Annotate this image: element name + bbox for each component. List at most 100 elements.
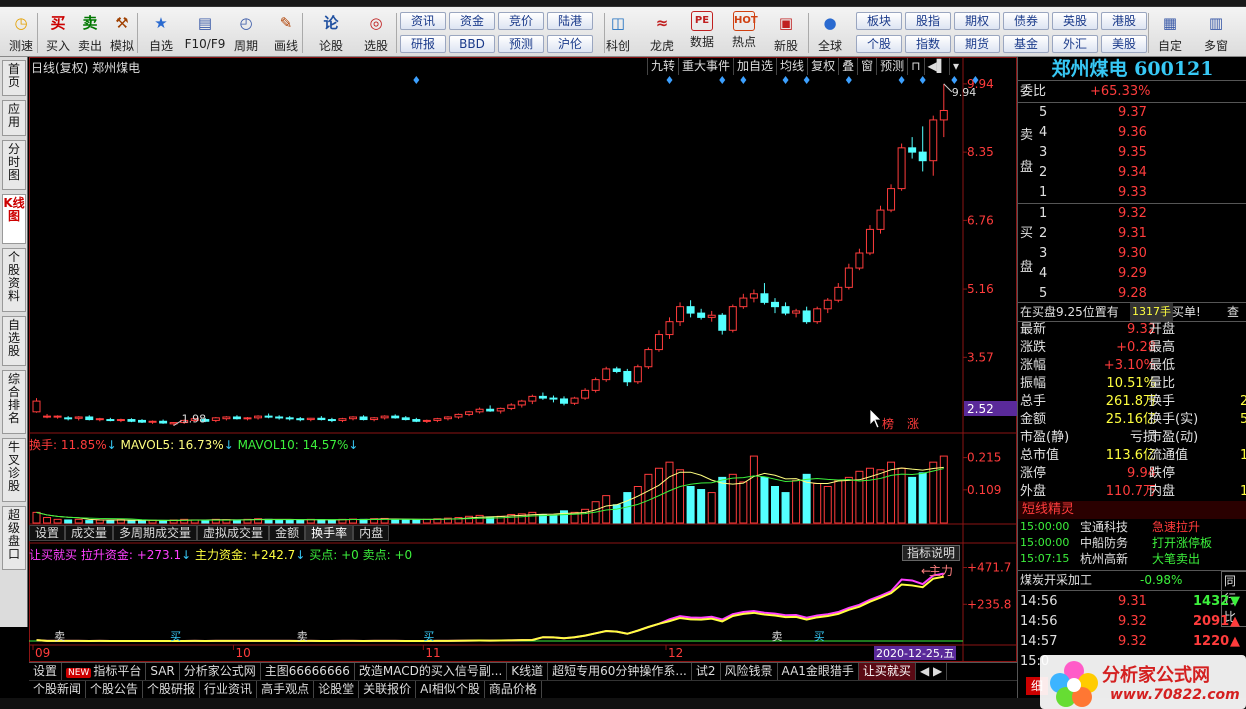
toolbar-grid-button[interactable]: 竞价 bbox=[498, 12, 544, 30]
toolbar-button-globe[interactable]: ● 全球 bbox=[812, 11, 848, 55]
lock-icon[interactable]: ⊓ bbox=[907, 58, 924, 75]
formula-tab-10[interactable]: AA1金眼猎手 bbox=[778, 663, 859, 680]
info-tab-3[interactable]: 行业资讯 bbox=[200, 681, 258, 698]
left-tab-4[interactable]: 个股资料 bbox=[2, 248, 26, 312]
formula-tab-3[interactable]: 分析家公式网 bbox=[180, 663, 261, 680]
indicator-tab-3[interactable]: 虚拟成交量 bbox=[197, 525, 270, 541]
chart-top-button-2[interactable]: 加自选 bbox=[733, 58, 777, 75]
candle-down bbox=[718, 314, 727, 331]
toolbar-button-star[interactable]: ★ 自选 bbox=[143, 11, 179, 55]
toolbar-button-multi-window[interactable]: ▥ 多窗 bbox=[1198, 11, 1234, 55]
toolbar-grid-button[interactable]: 研报 bbox=[400, 35, 446, 53]
chart-top-button-4[interactable]: 复权 bbox=[807, 58, 839, 75]
left-tab-0[interactable]: 首页 bbox=[2, 60, 26, 96]
toolbar-button-select-stock[interactable]: ◎ 选股 bbox=[358, 11, 394, 55]
formula-tab-4[interactable]: 主图66666666 bbox=[261, 663, 355, 680]
left-tab-3[interactable]: K线图 bbox=[2, 194, 26, 244]
toolbar-grid-button[interactable]: 股指 bbox=[905, 12, 951, 30]
formula-tab-8[interactable]: 试2 bbox=[692, 663, 721, 680]
tab-scroll-arrows[interactable]: ◀ ▶ bbox=[916, 663, 948, 680]
big-order-row[interactable]: 在买盘9.25位置有 1317手 买单! 查 bbox=[1018, 303, 1246, 321]
sell-row: 5 9.37 bbox=[1018, 104, 1246, 122]
toolbar-grid-button[interactable]: 个股 bbox=[856, 35, 902, 53]
toolbar-separator bbox=[1148, 13, 1149, 53]
turnover-bar bbox=[792, 479, 801, 524]
toolbar-grid-button[interactable]: 基金 bbox=[1003, 35, 1049, 53]
left-tab-8[interactable]: 超级盘口 bbox=[2, 506, 26, 570]
info-tab-5[interactable]: 论股堂 bbox=[314, 681, 360, 698]
toolbar-grid-button[interactable]: 英股 bbox=[1052, 12, 1098, 30]
toolbar-button-custom[interactable]: ▦ 自定 bbox=[1152, 11, 1188, 55]
toolbar-grid-button[interactable]: 板块 bbox=[856, 12, 902, 30]
candle-up bbox=[306, 417, 315, 421]
toolbar-button-hot[interactable]: HOT 热点 bbox=[726, 11, 762, 55]
indicator-tab-4[interactable]: 金额 bbox=[269, 525, 306, 541]
indicator-tab-1[interactable]: 成交量 bbox=[65, 525, 114, 541]
chart-top-button-5[interactable]: 叠 bbox=[838, 58, 858, 75]
toolbar-button-discuss[interactable]: 论论股 bbox=[313, 11, 349, 55]
info-tab-6[interactable]: 关联报价 bbox=[359, 681, 417, 698]
formula-tab-0[interactable]: 设置 bbox=[29, 663, 63, 680]
info-tab-1[interactable]: 个股公告 bbox=[86, 681, 144, 698]
arrow-down-icon: ▼ bbox=[1230, 594, 1240, 609]
chart-top-button-7[interactable]: 预测 bbox=[876, 58, 908, 75]
toolbar-grid-button[interactable]: 资讯 bbox=[400, 12, 446, 30]
formula-tab-2[interactable]: SAR bbox=[146, 663, 180, 680]
info-tab-2[interactable]: 个股研报 bbox=[143, 681, 201, 698]
indicator-tab-6[interactable]: 内盘 bbox=[353, 525, 390, 541]
formula-tab-9[interactable]: 风险钱景 bbox=[721, 663, 778, 680]
toolbar-grid-button[interactable]: 港股 bbox=[1101, 12, 1147, 30]
left-tab-7[interactable]: 牛叉诊股 bbox=[2, 438, 26, 502]
indicator-tab-2[interactable]: 多周期成交量 bbox=[113, 525, 198, 541]
indicator-tab-5[interactable]: 换手率 bbox=[305, 525, 354, 541]
kline-chart-area[interactable]: 9.94 8.35 6.76 5.16 3.57 9.94 1.98 2.52 榜涨 0.215 0… bbox=[29, 57, 1017, 662]
toolbar-button-pen[interactable]: ✎ 画线 bbox=[268, 11, 304, 55]
toolbar-grid-button[interactable]: 沪伦 bbox=[547, 35, 593, 53]
toolbar-grid-button[interactable]: 期权 bbox=[954, 12, 1000, 30]
toolbar-grid-button[interactable]: BBD bbox=[449, 35, 495, 53]
info-tab-0[interactable]: 个股新闻 bbox=[29, 681, 87, 698]
formula-tab-6[interactable]: K线道 bbox=[507, 663, 549, 680]
tick-row: 14:56 9.32 2091 ▲ bbox=[1018, 613, 1246, 631]
toolbar-button-new-stock[interactable]: ▣ 新股 bbox=[768, 11, 804, 55]
speaker-icon[interactable]: ◀▌ bbox=[923, 58, 949, 75]
chart-top-button-1[interactable]: 重大事件 bbox=[678, 58, 734, 75]
toolbar-button-pe-data[interactable]: PE 数据 bbox=[684, 11, 720, 55]
chart-top-button-3[interactable]: 均线 bbox=[776, 58, 808, 75]
left-tab-6[interactable]: 综合排名 bbox=[2, 370, 26, 434]
chart-top-button-0[interactable]: 九转 bbox=[647, 58, 679, 75]
chart-top-button-6[interactable]: 窗 bbox=[857, 58, 877, 75]
indicator-help-button[interactable]: 指标说明 bbox=[902, 545, 961, 561]
toolbar-button-kechuang[interactable]: ◫ 科创 bbox=[600, 11, 636, 55]
toolbar-button-hammer[interactable]: ⚒ 模拟 bbox=[104, 11, 140, 55]
formula-tab-1[interactable]: NEW 指标平台 bbox=[62, 663, 147, 680]
formula-tab-7[interactable]: 超短专用60分钟操作系... bbox=[548, 663, 692, 680]
toolbar-button-f10[interactable]: ▤ F10/F9 bbox=[183, 11, 227, 55]
toolbar-grid-button[interactable]: 期货 bbox=[954, 35, 1000, 53]
indicator-tab-0[interactable]: 设置 bbox=[29, 525, 66, 541]
toolbar-grid-button[interactable]: 资金 bbox=[449, 12, 495, 30]
info-tab-4[interactable]: 高手观点 bbox=[257, 681, 315, 698]
info-tab-7[interactable]: AI相似个股 bbox=[416, 681, 485, 698]
toolbar-grid-button[interactable]: 债券 bbox=[1003, 12, 1049, 30]
chart-canvas[interactable]: 9.948.356.765.163.579.941.982.52榜 涨0.2150… bbox=[29, 57, 1017, 662]
formula-tab-5[interactable]: 改造MACD的买入信号副... bbox=[355, 663, 508, 680]
left-tab-2[interactable]: 分时图 bbox=[2, 140, 26, 190]
formula-tabs: 设置 NEW 指标平台 SAR 分析家公式网 主图66666666 改造MACD的买入信号副… bbox=[29, 662, 1017, 680]
left-tab-5[interactable]: 自选股 bbox=[2, 316, 26, 366]
info-tab-8[interactable]: 商品价格 bbox=[485, 681, 542, 698]
toolbar-button-sell[interactable]: 卖卖出 bbox=[72, 11, 108, 55]
toolbar-grid-button[interactable]: 预测 bbox=[498, 35, 544, 53]
toolbar-grid-button[interactable]: 陆港 bbox=[547, 12, 593, 30]
left-tab-1[interactable]: 应用 bbox=[2, 100, 26, 136]
toolbar-grid-button[interactable]: 外汇 bbox=[1052, 35, 1098, 53]
toolbar-button-buy[interactable]: 买买入 bbox=[40, 11, 76, 55]
toolbar-button-period[interactable]: ◴ 周期 bbox=[228, 11, 264, 55]
chevron-down-icon[interactable]: ▾ bbox=[948, 58, 962, 75]
toolbar-grid-button[interactable]: 美股 bbox=[1101, 35, 1147, 53]
toolbar-grid-button[interactable]: 指数 bbox=[905, 35, 951, 53]
toolbar-button-dragon-tiger[interactable]: ≈ 龙虎 bbox=[644, 11, 680, 55]
toolbar-button-clock[interactable]: ◷ 测速 bbox=[3, 11, 39, 55]
formula-tab-11[interactable]: 让买就买 bbox=[858, 663, 916, 680]
turnover-bar bbox=[296, 519, 305, 524]
